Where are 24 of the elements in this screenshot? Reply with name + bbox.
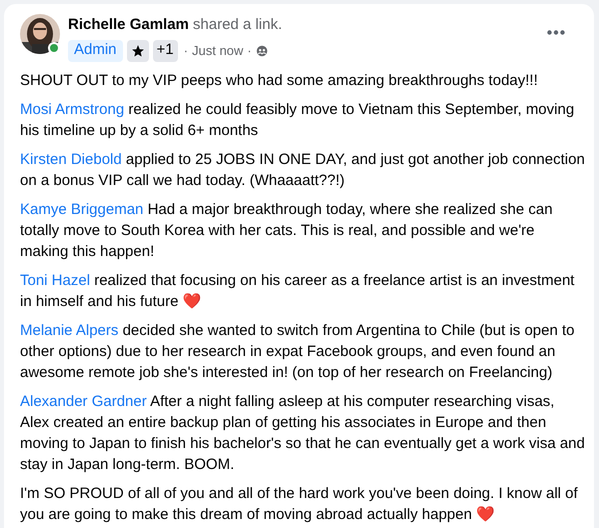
post-paragraph: Melanie Alpers decided she wanted to switch from Argentina to Chile (but is open to other options) due to her research in expat Facebook groups, and even found an awesome remote job she's interested in! (on top of her research on Freelancing) xyxy=(20,320,576,382)
post-paragraph: SHOUT OUT to my VIP peeps who had some amazing breakthroughs today!!! xyxy=(20,70,539,90)
member-link[interactable]: Kamye Briggeman xyxy=(20,200,144,218)
star-icon xyxy=(130,44,145,58)
post-paragraph: Mosi Armstrong realized he could feasibly move to Vietnam this September, moving his timeline up by a solid 6+ months xyxy=(20,100,576,140)
author-name[interactable]: Richelle Gamlam xyxy=(68,14,189,36)
post-action: shared a link. xyxy=(192,15,282,35)
group-audience-icon xyxy=(256,44,268,56)
post-paragraph: Alexander Gardner After a night falling asleep at his computer researching visas, Alex created an entire backup plan of getting his associates in Europe and then moving to Japan to finish his bachelor's so that he can eventually get a work visa and stay in Japan long-term. BOOM. xyxy=(20,392,586,474)
post-paragraph: Kirsten Diebold applied to 25 JOBS IN ONE DAY, and just got another job connection on a bonus VIP call we had today. (Whaaaatt??!) xyxy=(20,150,586,190)
post-paragraph: I'm SO PROUD of all of you and all of the hard work you've been doing. I know all of you are going to make this dream of moving abroad actually happen ❤ xyxy=(20,484,579,524)
member-link[interactable]: Melanie Alpers xyxy=(20,322,118,338)
more-icon xyxy=(547,30,565,34)
separator: · xyxy=(184,42,188,60)
member-link[interactable]: Kirsten Diebold xyxy=(20,150,122,168)
post-paragraph: Kamye Briggeman Had a major breakthrough today, where she realized she can totally move to South Korea with her cats. This is real, and possible and we're making this happen! xyxy=(20,200,554,262)
role-badge: Admin xyxy=(68,40,123,62)
member-link[interactable]: Toni Hazel xyxy=(20,272,90,288)
count-badge: +1 xyxy=(152,40,178,62)
post-time[interactable]: Just now xyxy=(192,40,244,60)
post-paragraph: Toni Hazel realized that focusing on his career as a freelance artist is an investment in himself and his future ❤ xyxy=(20,270,576,312)
member-link[interactable]: Alexander Gardner xyxy=(20,392,147,410)
separator: · xyxy=(247,42,252,60)
member-link[interactable]: Mosi Armstrong xyxy=(20,100,124,118)
